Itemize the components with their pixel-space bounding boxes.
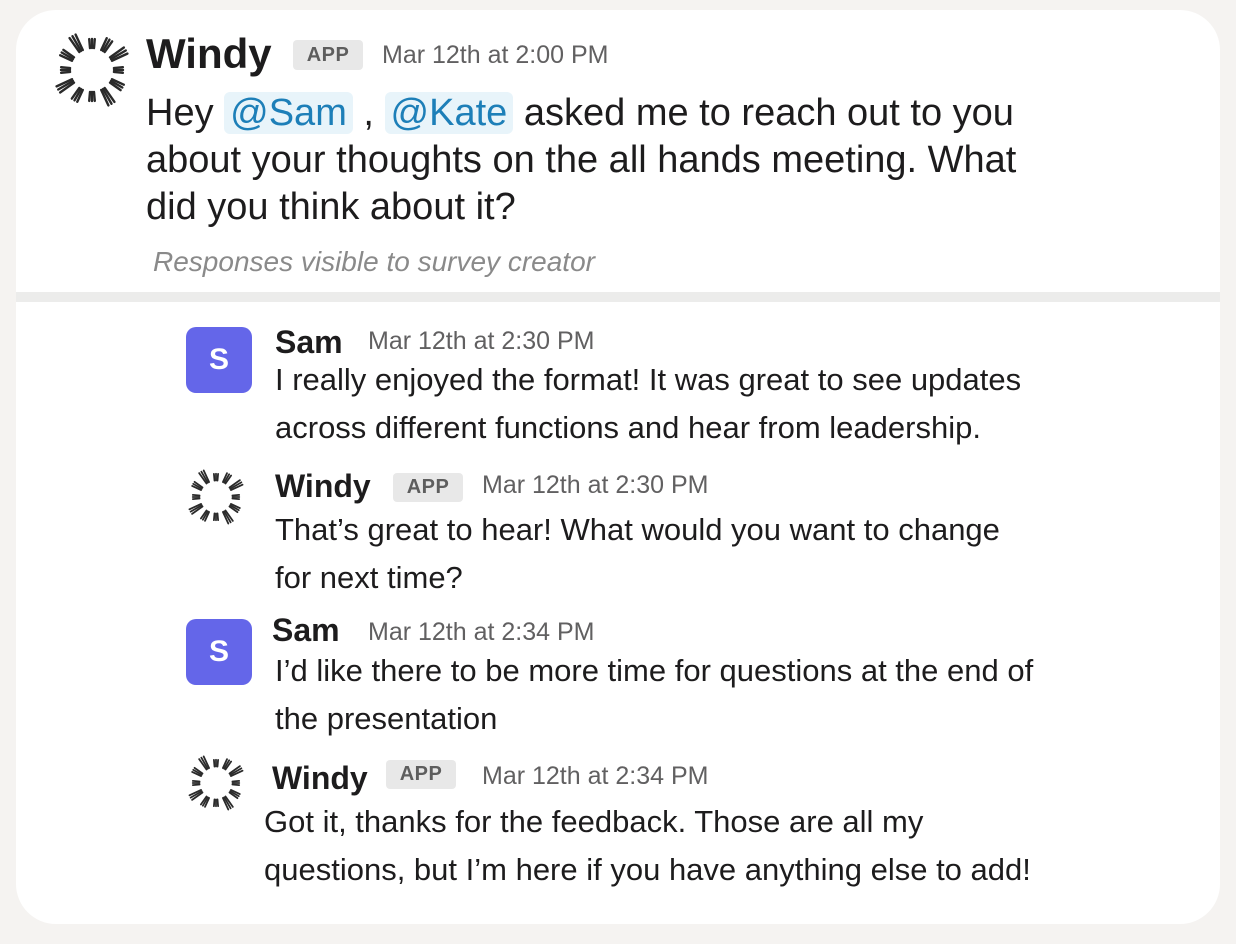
thread-divider	[16, 292, 1220, 302]
logo-stroke	[216, 758, 219, 768]
message-text-before: Hey	[146, 92, 225, 134]
reply-author[interactable]: Sam	[272, 612, 340, 648]
responses-visibility-note: Responses visible to survey creator	[153, 246, 595, 277]
reply-line: I really enjoyed the format! It was grea…	[275, 362, 1022, 397]
logo-stroke	[191, 780, 201, 783]
reply-author[interactable]: Windy	[275, 468, 371, 504]
logo-stroke	[92, 37, 96, 50]
logo-stroke	[216, 472, 219, 482]
logo-stroke	[231, 494, 241, 497]
logo-stroke	[59, 66, 72, 70]
windy-logo-icon	[188, 469, 244, 525]
reply-timestamp[interactable]: Mar 12th at 2:34 PM	[482, 761, 709, 791]
logo-stroke	[191, 494, 201, 497]
mention-separator: ,	[352, 92, 385, 134]
logo-stroke	[191, 497, 201, 500]
reply-line: Got it, thanks for the feedback. Those a…	[264, 804, 924, 839]
logo-stroke	[112, 70, 125, 74]
reply-timestamp[interactable]: Mar 12th at 2:30 PM	[482, 470, 709, 500]
reply-line: for next time?	[275, 560, 463, 595]
reply-author[interactable]: Windy	[272, 760, 368, 796]
logo-stroke	[213, 472, 216, 482]
message-line-3: did you think about it?	[146, 186, 516, 228]
windy-logo-icon	[188, 755, 244, 811]
message-timestamp[interactable]: Mar 12th at 2:00 PM	[382, 40, 609, 70]
reply-line: That’s great to hear! What would you wan…	[275, 512, 1000, 547]
avatar[interactable]: S	[186, 619, 252, 685]
logo-stroke	[59, 70, 72, 74]
logo-stroke	[231, 780, 241, 783]
logo-stroke	[213, 798, 216, 808]
app-badge: APP	[393, 473, 463, 502]
logo-stroke	[231, 497, 241, 500]
logo-stroke	[216, 512, 219, 522]
reply-body: That’s great to hear! What would you wan…	[275, 506, 1000, 602]
message-author[interactable]: Windy	[146, 30, 272, 78]
avatar[interactable]: S	[186, 327, 252, 393]
reply-line: the presentation	[275, 701, 498, 736]
logo-stroke	[213, 758, 216, 768]
reply-author[interactable]: Sam	[275, 324, 343, 360]
logo-stroke	[216, 798, 219, 808]
reply-timestamp[interactable]: Mar 12th at 2:34 PM	[368, 617, 595, 647]
logo-stroke	[88, 37, 92, 50]
message-thread-card: Windy APP Mar 12th at 2:00 PM Hey @Sam ,…	[16, 10, 1220, 924]
reply-body: I’d like there to be more time for quest…	[275, 647, 1033, 743]
reply-timestamp[interactable]: Mar 12th at 2:30 PM	[368, 326, 595, 356]
logo-stroke	[231, 783, 241, 786]
windy-logo-icon	[55, 33, 129, 107]
logo-stroke	[92, 90, 96, 103]
logo-stroke	[191, 783, 201, 786]
app-badge: APP	[386, 760, 456, 789]
logo-stroke	[112, 66, 125, 70]
logo-stroke	[213, 512, 216, 522]
logo-stroke	[88, 90, 92, 103]
reply-line: across different functions and hear from…	[275, 410, 981, 445]
reply-body: Got it, thanks for the feedback. Those a…	[264, 798, 1031, 894]
message-text-after: asked me to reach out to you	[513, 92, 1014, 134]
mention-kate[interactable]: @Kate	[384, 92, 514, 134]
reply-body: I really enjoyed the format! It was grea…	[275, 356, 1021, 452]
app-badge: APP	[293, 40, 363, 70]
mention-sam[interactable]: @Sam	[224, 92, 353, 134]
reply-line: I’d like there to be more time for quest…	[275, 653, 1034, 688]
message-body: Hey @Sam , @Kate asked me to reach out t…	[146, 90, 1016, 231]
reply-line: questions, but I’m here if you have anyt…	[264, 852, 1031, 887]
message-line-2: about your thoughts on the all hands mee…	[146, 139, 1017, 181]
